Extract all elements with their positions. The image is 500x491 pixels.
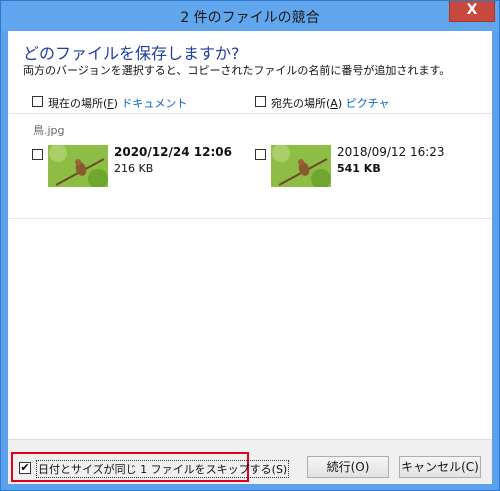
- select-all-destination-checkbox[interactable]: [255, 96, 266, 107]
- dialog-heading: どのファイルを保存しますか?: [23, 44, 240, 63]
- destination-location-label[interactable]: 宛先の場所(A) ピクチャ: [271, 95, 390, 111]
- cancel-button[interactable]: キャンセル(C): [399, 456, 481, 478]
- dialog-description: 両方のバージョンを選択すると、コピーされたファイルの名前に番号が追加されます。: [23, 64, 451, 77]
- destination-file-size: 541 KB: [337, 162, 381, 175]
- file-conflict-dialog: 2 件のファイルの競合 X どのファイルを保存しますか? 両方のバージョンを選択…: [0, 0, 500, 491]
- bird-image-icon: [48, 145, 108, 187]
- destination-file-date: 2018/09/12 16:23: [337, 145, 445, 159]
- conflict-list: 鳥.jpg 2020/12/24 12:06 216 KB 2018/09/12…: [8, 113, 492, 219]
- destination-location-link[interactable]: ピクチャ: [346, 97, 390, 110]
- dialog-content: どのファイルを保存しますか? 両方のバージョンを選択すると、コピーされたファイル…: [8, 31, 492, 484]
- source-file-checkbox[interactable]: [32, 149, 43, 160]
- window-title: 2 件のファイルの競合: [180, 10, 320, 26]
- select-all-source-checkbox[interactable]: [32, 96, 43, 107]
- destination-file-thumbnail[interactable]: [271, 145, 331, 187]
- conflict-file-name: 鳥.jpg: [33, 124, 65, 137]
- source-file-size: 216 KB: [114, 162, 154, 175]
- skip-same-files-label[interactable]: 日付とサイズが同じ 1 ファイルをスキップする(S): [36, 460, 290, 478]
- source-file-date: 2020/12/24 12:06: [114, 145, 232, 159]
- dialog-footer: ✔ 日付とサイズが同じ 1 ファイルをスキップする(S) 続行(O) キャンセル…: [8, 439, 492, 484]
- skip-same-files-checkbox[interactable]: ✔: [19, 462, 31, 474]
- bird-image-icon: [271, 145, 331, 187]
- skip-same-files-highlight: ✔ 日付とサイズが同じ 1 ファイルをスキップする(S): [11, 452, 290, 482]
- source-file-thumbnail[interactable]: [48, 145, 108, 187]
- title-bar[interactable]: 2 件のファイルの競合 X: [1, 1, 499, 31]
- source-location-label[interactable]: 現在の場所(F) ドキュメント: [48, 95, 187, 111]
- close-button[interactable]: X: [449, 1, 495, 22]
- destination-file-checkbox[interactable]: [255, 149, 266, 160]
- continue-button[interactable]: 続行(O): [307, 456, 389, 478]
- source-location-link[interactable]: ドキュメント: [121, 97, 187, 110]
